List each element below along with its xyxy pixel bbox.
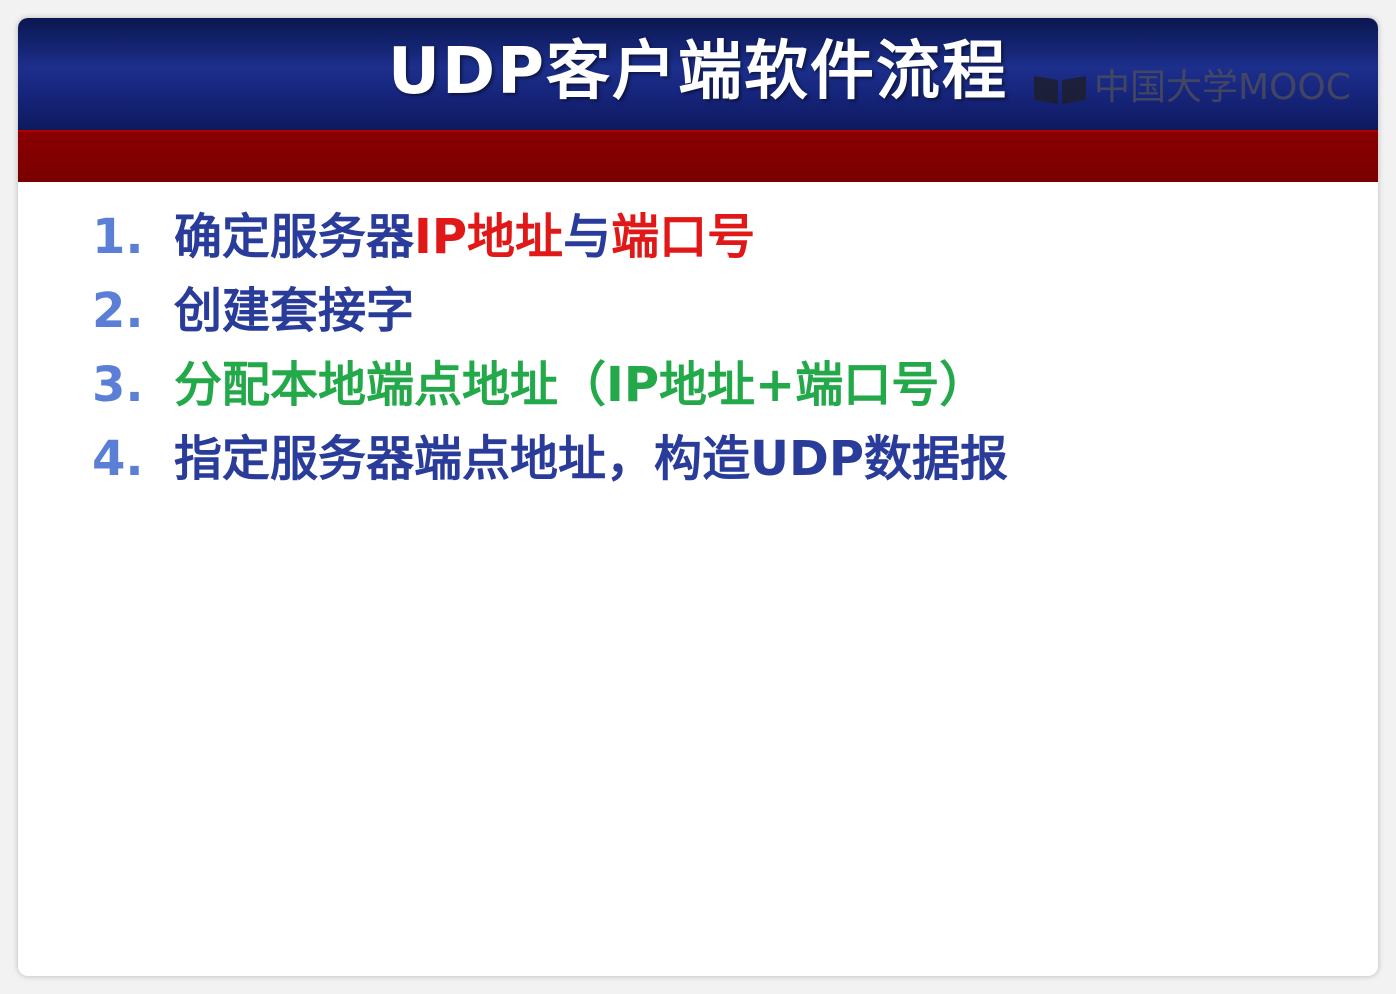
list-item: 2. 创建套接字 [92,274,1008,348]
item-highlight-port: 端口号 [611,209,756,265]
mooc-watermark: 中国大学MOOC [1030,66,1351,110]
watermark-text: 中国大学MOOC [1094,67,1351,108]
item-number: 4. [92,431,144,487]
item-text-connector: 与 [563,209,612,265]
item-number: 3. [92,357,144,413]
item-text: 确定服务器 [174,209,415,265]
header-accent-bar [18,130,1378,182]
item-text: 指定服务器端点地址，构造UDP数据报 [174,431,1009,487]
item-highlight-ip: IP地址 [414,209,564,265]
slide-header: UDP客户端软件流程 中国大学MOOC [18,18,1378,130]
list-item: 4. 指定服务器端点地址，构造UDP数据报 [92,422,1008,496]
item-number: 1. [92,209,144,265]
item-text: 创建套接字 [174,283,415,339]
item-number: 2. [92,283,144,339]
slide-frame: UDP客户端软件流程 中国大学MOOC 1. 确定服务器 IP地址 与 端口号 … [18,18,1378,976]
list-item: 3. 分配本地端点地址（IP地址+端口号） [92,348,1008,422]
mooc-book-icon [1034,76,1086,104]
step-list: 1. 确定服务器 IP地址 与 端口号 2. 创建套接字 3. 分配本地端点地址… [92,200,1008,496]
item-text: 分配本地端点地址（IP地址+端口号） [174,357,988,413]
list-item: 1. 确定服务器 IP地址 与 端口号 [92,200,1008,274]
